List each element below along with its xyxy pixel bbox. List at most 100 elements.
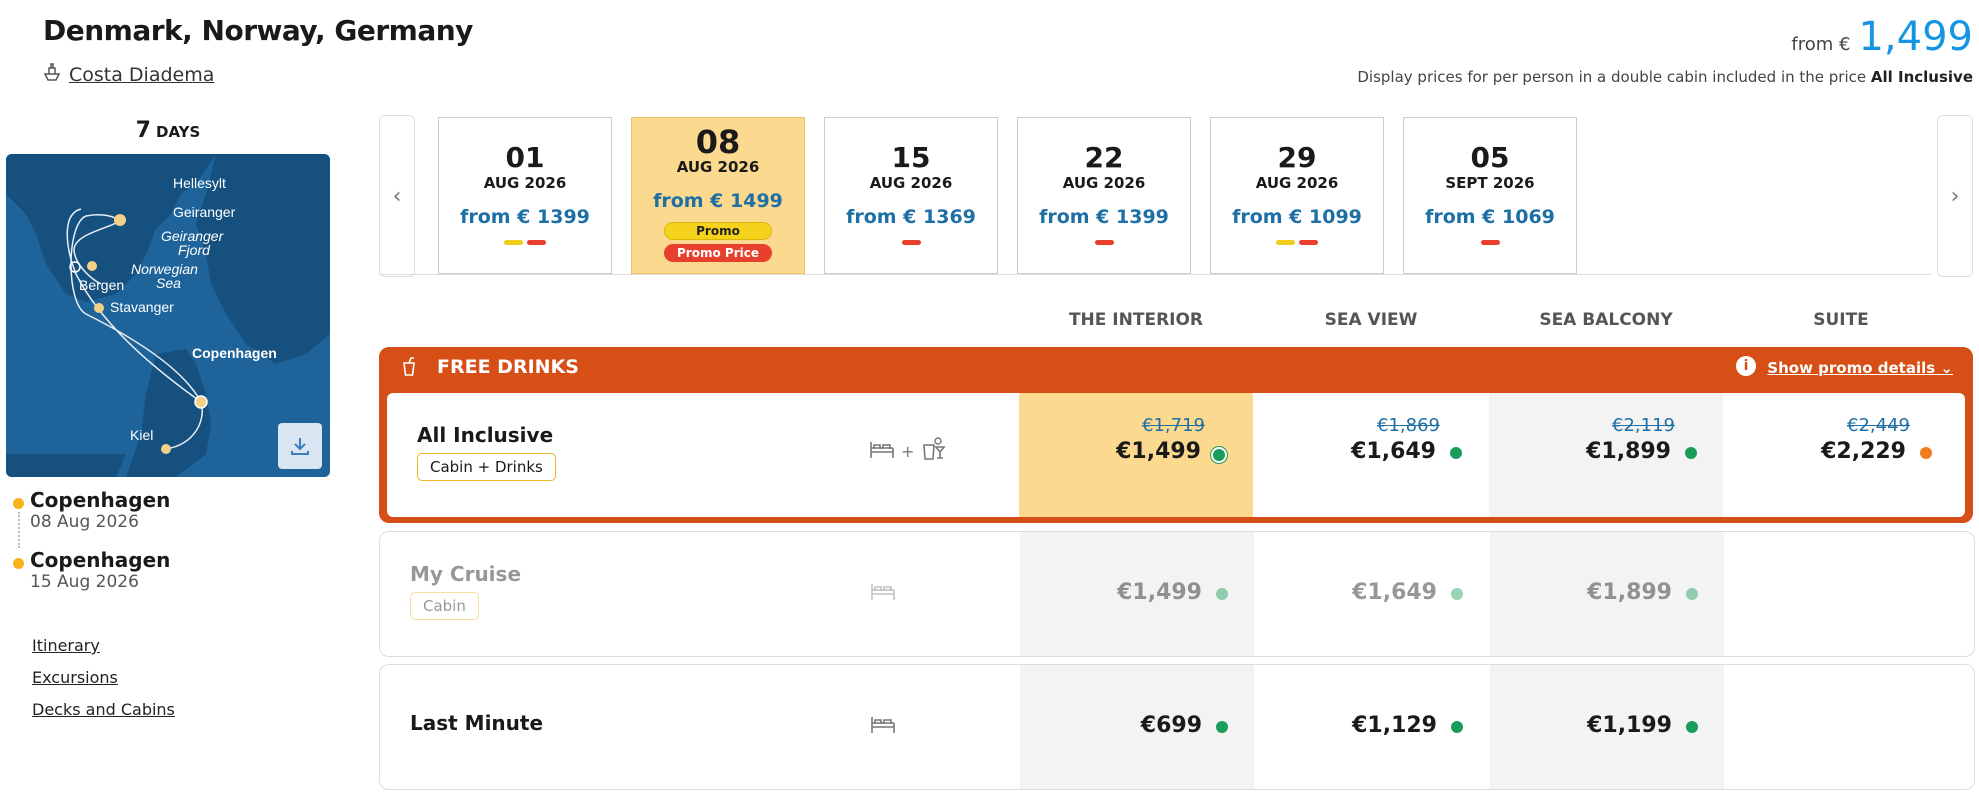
map-label-stavanger: Stavanger xyxy=(110,299,174,315)
ship-icon xyxy=(43,62,61,87)
drinks-icon xyxy=(920,437,947,465)
date-day: 08 xyxy=(695,123,741,161)
date-price: from € 1099 xyxy=(1232,206,1362,228)
carousel-next-button[interactable]: › xyxy=(1937,115,1973,277)
promo-header: FREE DRINKS i Show promo details ⌄ xyxy=(379,347,1973,387)
price: €1,499 xyxy=(1116,439,1201,464)
itinerary-stops: Copenhagen 08 Aug 2026 Copenhagen 15 Aug… xyxy=(10,488,170,608)
map-label-geiranger: Geiranger xyxy=(173,204,236,220)
date-month: AUG 2026 xyxy=(1062,174,1146,192)
availability-dot-icon xyxy=(1920,447,1932,459)
price: €699 xyxy=(1140,713,1202,738)
stop-date: 15 Aug 2026 xyxy=(30,572,139,592)
date-price: from € 1399 xyxy=(460,206,590,228)
column-suite: SUITE xyxy=(1813,310,1869,330)
stop-city: Copenhagen xyxy=(30,488,171,512)
package-icons xyxy=(870,713,896,739)
date-day: 22 xyxy=(1084,141,1124,174)
date-month: AUG 2026 xyxy=(483,174,567,192)
old-price: €1,719 xyxy=(1142,415,1205,436)
price-cell-interior[interactable]: €1,499 xyxy=(1020,532,1254,656)
package-row-all-inclusive[interactable]: All Inclusive Cabin + Drinks + €1,719 €1… xyxy=(387,393,1965,517)
carousel-divider xyxy=(379,274,1931,275)
date-day: 01 xyxy=(505,141,545,174)
ship-name: Costa Diadema xyxy=(69,63,215,86)
chevron-left-icon: ‹ xyxy=(392,183,402,209)
promo-price-badge: Promo Price xyxy=(664,244,772,262)
price-cell-sea-balcony[interactable]: €1,199 xyxy=(1490,665,1724,789)
package-tag: Cabin + Drinks xyxy=(417,453,556,481)
promo-label: FREE DRINKS xyxy=(437,356,579,378)
availability-dot-icon xyxy=(1216,721,1228,733)
price-cell-sea-view[interactable]: €1,129 xyxy=(1255,665,1489,789)
days-number: 7 xyxy=(135,118,151,143)
bed-icon xyxy=(869,438,895,464)
chevron-right-icon: › xyxy=(1950,183,1960,209)
stop-city: Copenhagen xyxy=(30,548,171,572)
decks-cabins-link[interactable]: Decks and Cabins xyxy=(32,700,175,732)
date-card[interactable]: 05 SEPT 2026 from € 1069 xyxy=(1403,117,1577,274)
show-promo-details-link[interactable]: Show promo details ⌄ xyxy=(1767,359,1953,377)
price-from-label: from € xyxy=(1791,34,1851,55)
itinerary-map[interactable]: Hellesylt Geiranger Geiranger Fjord Norw… xyxy=(6,154,330,477)
price: €1,499 xyxy=(1117,580,1202,605)
price-cell-sea-balcony[interactable]: €2,119 €1,899 xyxy=(1489,393,1723,517)
chevron-down-icon: ⌄ xyxy=(1940,359,1953,377)
price-note-bold: All Inclusive xyxy=(1870,68,1973,86)
itinerary-link[interactable]: Itinerary xyxy=(32,636,175,668)
price-cell-interior[interactable]: €699 xyxy=(1020,665,1254,789)
info-icon[interactable]: i xyxy=(1736,356,1756,376)
date-day: 29 xyxy=(1277,141,1317,174)
date-card[interactable]: 15 AUG 2026 from € 1369 xyxy=(824,117,998,274)
package-row-last-minute[interactable]: Last Minute €699 €1,129 €1,199 xyxy=(379,664,1975,790)
stop-item: Copenhagen 08 Aug 2026 xyxy=(10,488,170,548)
excursions-link[interactable]: Excursions xyxy=(32,668,175,700)
date-day: 05 xyxy=(1470,141,1510,174)
price-note: Display prices for per person in a doubl… xyxy=(1357,68,1973,86)
price-cell-suite[interactable]: €2,449 €2,229 xyxy=(1724,393,1958,517)
stop-item: Copenhagen 15 Aug 2026 xyxy=(10,548,170,608)
date-card[interactable]: 29 AUG 2026 from € 1099 xyxy=(1210,117,1384,274)
land-germany xyxy=(6,454,126,477)
date-card[interactable]: 01 AUG 2026 from € 1399 xyxy=(438,117,612,274)
price: €1,649 xyxy=(1352,580,1437,605)
date-price: from € 1369 xyxy=(846,206,976,228)
availability-dot-icon xyxy=(1216,588,1228,600)
map-label-geiranger-fjord-2: Fjord xyxy=(178,242,211,258)
price: €1,649 xyxy=(1351,439,1436,464)
date-day: 15 xyxy=(891,141,931,174)
package-row-my-cruise[interactable]: My Cruise Cabin €1,499 €1,649 €1,899 xyxy=(379,531,1975,657)
price-cell-sea-view[interactable]: €1,869 €1,649 xyxy=(1254,393,1488,517)
availability-bars xyxy=(1018,240,1190,245)
price-amount: 1,499 xyxy=(1858,14,1973,60)
column-sea-view: SEA VIEW xyxy=(1324,310,1418,330)
map-label-norwegian-sea-2: Sea xyxy=(156,275,181,291)
package-name: All Inclusive xyxy=(417,423,554,447)
availability-dot-icon xyxy=(1686,588,1698,600)
map-label-hellesylt: Hellesylt xyxy=(173,175,226,191)
date-price: from € 1069 xyxy=(1425,206,1555,228)
availability-bars xyxy=(1404,240,1576,245)
map-label-kiel: Kiel xyxy=(130,427,153,443)
package-name: My Cruise xyxy=(410,562,522,586)
ship-link[interactable]: Costa Diadema xyxy=(43,62,214,87)
price: €1,129 xyxy=(1352,713,1437,738)
package-tag: Cabin xyxy=(410,592,479,620)
price-cell-sea-view[interactable]: €1,649 xyxy=(1255,532,1489,656)
map-label-bergen: Bergen xyxy=(79,277,124,293)
carousel-prev-button[interactable]: ‹ xyxy=(379,115,415,277)
price-cell-sea-balcony[interactable]: €1,899 xyxy=(1490,532,1724,656)
stop-date: 08 Aug 2026 xyxy=(30,512,139,532)
date-card-selected[interactable]: 08 AUG 2026 from € 1499 Promo Promo Pric… xyxy=(631,117,805,274)
package-icons: + xyxy=(869,437,947,465)
map-label-copenhagen: Copenhagen xyxy=(192,345,277,361)
price-cell-interior[interactable]: €1,719 €1,499 xyxy=(1019,393,1253,517)
bed-icon xyxy=(870,713,896,739)
stop-dot-icon xyxy=(13,498,24,509)
date-price: from € 1499 xyxy=(653,190,783,212)
date-price: from € 1399 xyxy=(1039,206,1169,228)
date-card[interactable]: 22 AUG 2026 from € 1399 xyxy=(1017,117,1191,274)
date-month: AUG 2026 xyxy=(676,158,760,176)
map-download-button[interactable] xyxy=(278,423,322,469)
availability-bars xyxy=(825,240,997,245)
